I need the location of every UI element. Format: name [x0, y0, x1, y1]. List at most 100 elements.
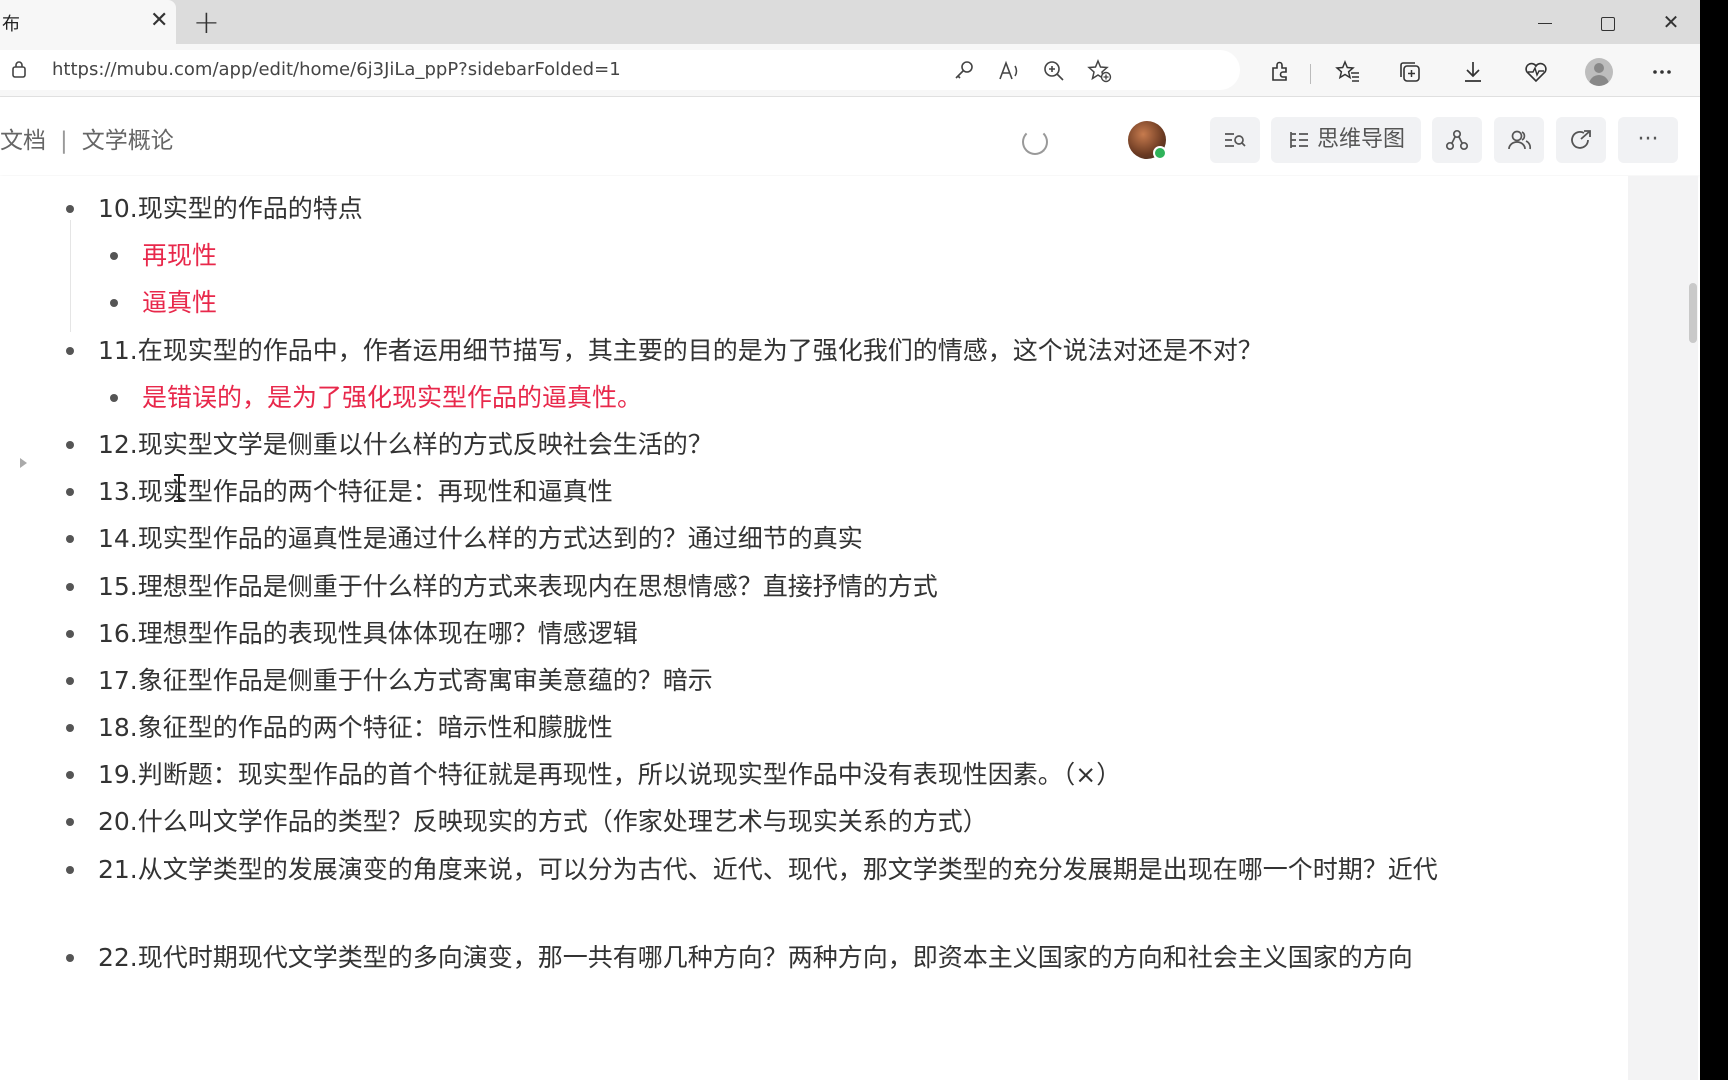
- bullet-icon[interactable]: [110, 252, 118, 260]
- mindmap-label: 思维导图: [1316, 127, 1405, 152]
- search-list-icon: [1225, 133, 1246, 147]
- address-bar[interactable]: https://mubu.com/app/edit/home/6j3JiLa_p…: [0, 50, 1240, 90]
- text-cursor-icon: [174, 474, 184, 502]
- profile-body: [1589, 75, 1609, 86]
- list-item[interactable]: 再现性: [0, 230, 1560, 274]
- scrollbar-thumb[interactable]: [1689, 283, 1697, 343]
- list-item-text[interactable]: 再现性: [142, 234, 217, 278]
- list-item-text[interactable]: 15.理想型作品是侧重于什么样的方式来表现内在思想情感？直接抒情的方式: [98, 565, 938, 609]
- add-favorite-icon[interactable]: [1086, 57, 1114, 85]
- list-item-text[interactable]: 10.现实型的作品的特点: [98, 187, 363, 231]
- bullet-icon[interactable]: [66, 205, 74, 213]
- download-icon[interactable]: [1459, 58, 1487, 86]
- close-window-button[interactable]: ✕: [1656, 8, 1686, 36]
- bullet-icon[interactable]: [66, 535, 74, 543]
- list-item-text[interactable]: 16.理想型作品的表现性具体体现在哪？情感逻辑: [98, 612, 638, 656]
- bullet-icon[interactable]: [66, 630, 74, 638]
- list-item[interactable]: 15.理想型作品是侧重于什么样的方式来表现内在思想情感？直接抒情的方式: [0, 561, 1560, 605]
- tab-close-icon[interactable]: ✕: [150, 9, 168, 33]
- minimize-icon: [1538, 22, 1552, 25]
- list-item[interactable]: 是错误的，是为了强化现实型作品的逼真性。: [0, 372, 1560, 416]
- list-item-text[interactable]: 11.在现实型的作品中，作者运用细节描写，其主要的目的是为了强化我们的情感，这个…: [98, 329, 1263, 373]
- users-icon: [1508, 130, 1532, 150]
- list-item[interactable]: 16.理想型作品的表现性具体体现在哪？情感逻辑: [0, 608, 1560, 652]
- tab-bar: 布 ✕ + ✕: [0, 0, 1700, 44]
- collaborators-button[interactable]: [1494, 117, 1544, 163]
- breadcrumb: 文档 | 文学概论: [0, 121, 174, 155]
- more-menu-button[interactable]: ···: [1618, 117, 1678, 163]
- user-avatar[interactable]: [1128, 121, 1167, 160]
- new-tab-button[interactable]: +: [193, 4, 220, 40]
- online-status-icon: [1153, 146, 1167, 160]
- bullet-icon[interactable]: [66, 954, 74, 962]
- browser-tab[interactable]: 布 ✕: [0, 0, 176, 44]
- list-item-text[interactable]: 21.从文学类型的发展演变的角度来说，可以分为古代、近代、现代，那文学类型的充分…: [98, 848, 1478, 892]
- bullet-icon[interactable]: [66, 347, 74, 355]
- list-item-text[interactable]: 是错误的，是为了强化现实型作品的逼真性。: [142, 376, 642, 420]
- list-item-text[interactable]: 13.现实型作品的两个特征是：再现性和逼真性: [98, 470, 613, 514]
- list-item[interactable]: 22.现代时期现代文学类型的多向演变，那一共有哪几种方向？两种方向，即资本主义国…: [0, 932, 1560, 976]
- list-item-text[interactable]: 12.现实型文学是侧重以什么样的方式反映社会生活的？: [98, 423, 713, 467]
- profile-avatar-icon[interactable]: [1585, 58, 1613, 86]
- scrollbar-track[interactable]: [1628, 176, 1698, 1080]
- list-item-text[interactable]: 22.现代时期现代文学类型的多向演变，那一共有哪几种方向？两种方向，即资本主义国…: [98, 936, 1413, 980]
- list-item[interactable]: 12.现实型文学是侧重以什么样的方式反映社会生活的？: [0, 419, 1560, 463]
- more-options-icon[interactable]: [1648, 58, 1676, 86]
- list-item[interactable]: 17.象征型作品是侧重于什么方式寄寓审美意蕴的？暗示: [0, 655, 1560, 699]
- bullet-icon[interactable]: [66, 677, 74, 685]
- bullet-icon[interactable]: [66, 488, 74, 496]
- share-arrow-icon: [1571, 130, 1591, 149]
- breadcrumb-documents[interactable]: 文档: [0, 128, 46, 154]
- bullet-icon[interactable]: [66, 724, 74, 732]
- url-text[interactable]: https://mubu.com/app/edit/home/6j3JiLa_p…: [52, 59, 621, 80]
- extensions-icon[interactable]: [1266, 58, 1294, 86]
- app-header: 文档 | 文学概论 思维导图 ···: [0, 97, 1700, 175]
- bullet-icon[interactable]: [66, 818, 74, 826]
- list-item[interactable]: 11.在现实型的作品中，作者运用细节描写，其主要的目的是为了强化我们的情感，这个…: [0, 325, 1560, 369]
- lock-icon[interactable]: [12, 60, 26, 78]
- list-item-text[interactable]: 14.现实型作品的逼真性是通过什么样的方式达到的？通过细节的真实: [98, 517, 863, 561]
- health-icon[interactable]: [1522, 58, 1550, 86]
- mindmap-icon: [1290, 132, 1308, 148]
- list-item[interactable]: 19.判断题：现实型作品的首个特征就是再现性，所以说现实型作品中没有表现性因素。…: [0, 749, 1560, 793]
- list-item[interactable]: 20.什么叫文学作品的类型？反映现实的方式（作家处理艺术与现实关系的方式）: [0, 796, 1560, 840]
- zoom-icon[interactable]: [1040, 57, 1068, 85]
- profile-head: [1594, 63, 1604, 73]
- key-icon[interactable]: [950, 57, 978, 85]
- collections-icon[interactable]: [1396, 58, 1424, 86]
- list-item-text[interactable]: 20.什么叫文学作品的类型？反映现实的方式（作家处理艺术与现实关系的方式）: [98, 800, 988, 844]
- list-item[interactable]: 逼真性: [0, 277, 1560, 321]
- bullet-icon[interactable]: [66, 441, 74, 449]
- maximize-button[interactable]: [1593, 8, 1623, 36]
- bullet-icon[interactable]: [110, 299, 118, 307]
- favorites-icon[interactable]: [1334, 58, 1362, 86]
- share-button[interactable]: [1556, 117, 1606, 163]
- breadcrumb-current-doc[interactable]: 文学概论: [82, 128, 174, 154]
- expand-arrow-icon[interactable]: [20, 458, 27, 468]
- list-item[interactable]: 18.象征型的作品的两个特征：暗示性和朦胧性: [0, 702, 1560, 746]
- list-item[interactable]: 10.现实型的作品的特点: [0, 183, 1560, 227]
- read-aloud-icon[interactable]: [995, 57, 1023, 85]
- list-item-text[interactable]: 19.判断题：现实型作品的首个特征就是再现性，所以说现实型作品中没有表现性因素。…: [98, 753, 1121, 797]
- browser-window: 布 ✕ + ✕ https://mubu.com/app/edit/home/6…: [0, 0, 1700, 1080]
- bullet-icon[interactable]: [66, 583, 74, 591]
- maximize-icon: [1601, 16, 1615, 31]
- bullet-icon[interactable]: [66, 771, 74, 779]
- list-item-text[interactable]: 18.象征型的作品的两个特征：暗示性和朦胧性: [98, 706, 613, 750]
- bullet-icon[interactable]: [66, 866, 74, 874]
- list-item[interactable]: 21.从文学类型的发展演变的角度来说，可以分为古代、近代、现代，那文学类型的充分…: [0, 844, 1560, 888]
- address-bar-row: https://mubu.com/app/edit/home/6j3JiLa_p…: [0, 44, 1700, 97]
- share-structure-button[interactable]: [1432, 117, 1482, 163]
- list-item[interactable]: 13.现实型作品的两个特征是：再现性和逼真性: [0, 466, 1560, 510]
- sync-spinner-icon: [1022, 129, 1048, 155]
- tab-title: 布: [2, 14, 20, 35]
- mindmap-button[interactable]: 思维导图: [1271, 117, 1421, 163]
- minimize-button[interactable]: [1530, 8, 1560, 36]
- list-item[interactable]: 14.现实型作品的逼真性是通过什么样的方式达到的？通过细节的真实: [0, 513, 1560, 557]
- bullet-icon[interactable]: [110, 394, 118, 402]
- nodes-icon: [1445, 129, 1469, 151]
- list-item-text[interactable]: 逼真性: [142, 281, 217, 325]
- search-outline-button[interactable]: [1210, 117, 1260, 163]
- list-item-text[interactable]: 17.象征型作品是侧重于什么方式寄寓审美意蕴的？暗示: [98, 659, 713, 703]
- screen-edge: [1700, 0, 1728, 1080]
